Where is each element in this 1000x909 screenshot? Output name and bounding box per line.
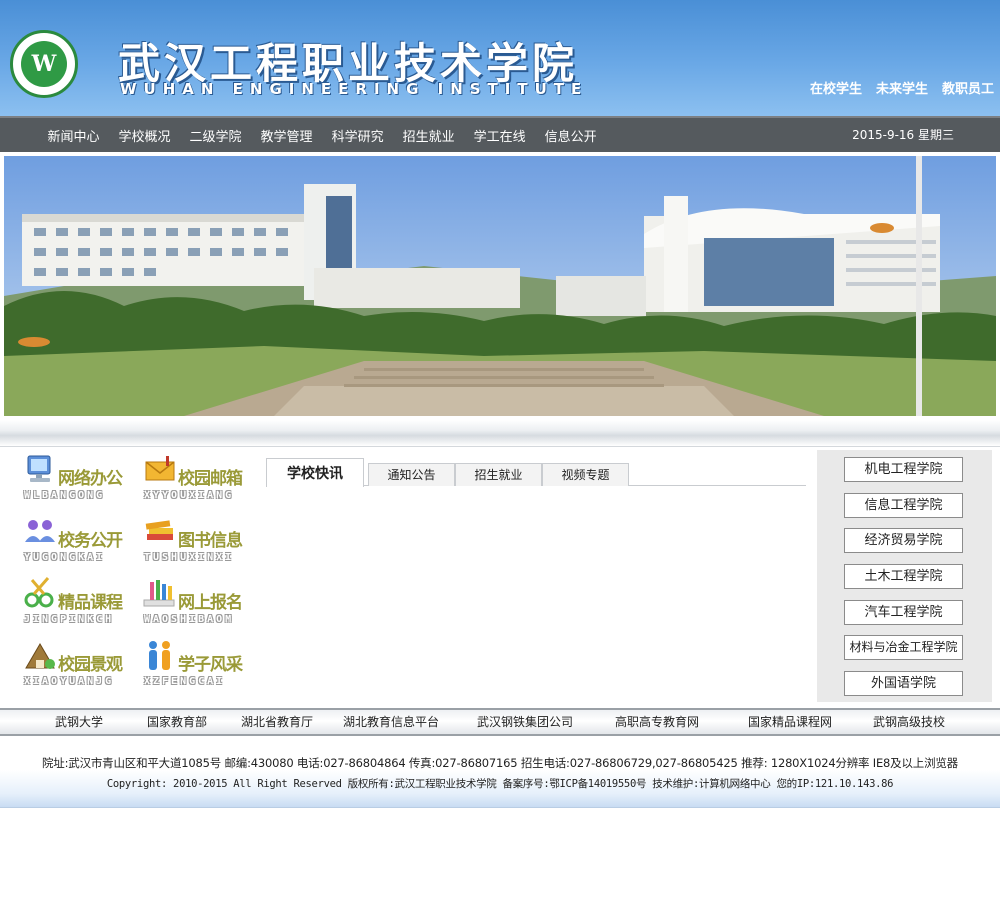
icon-label-cn: 校园邮箱	[178, 469, 243, 489]
news-tabs: 学校快讯 通知公告 招生就业 视频专题	[266, 458, 806, 487]
friend-links-bar: 武钢大学 国家教育部 湖北省教育厅 湖北教育信息平台 武汉钢铁集团公司 高职高专…	[0, 708, 1000, 736]
pencils-icon	[143, 580, 175, 607]
main-nav: 新闻中心 学校概况 二级学院 教学管理 科学研究 招生就业 学工在线 信息公开 …	[0, 116, 1000, 152]
icon-label-pinyin: XIAOYUANJG	[24, 676, 115, 687]
footer-contact: 院址:武汉市青山区和平大道1085号 邮编:430080 电话:027-8680…	[42, 756, 958, 770]
mail-icon	[145, 456, 175, 481]
tab-admissions[interactable]: 招生就业	[455, 463, 542, 486]
quick-link-scenery[interactable]: 校园景观 XIAOYUANJG	[4, 636, 124, 698]
quick-links: 在校学生 未来学生 教职员工	[810, 78, 994, 97]
scissors-icon	[24, 577, 54, 608]
icon-label-pinyin: WAOSHIBAOM	[144, 614, 235, 625]
college-economics[interactable]: 经济贸易学院	[844, 528, 963, 553]
link-staff[interactable]: 教职员工	[942, 78, 994, 97]
college-automotive[interactable]: 汽车工程学院	[844, 600, 963, 625]
icon-label-pinyin: WLBANGONG	[24, 490, 106, 501]
students-icon	[149, 641, 170, 670]
current-date: 2015-9-16 星期三	[852, 128, 954, 142]
icon-label-pinyin: YUGONGKAI	[24, 552, 106, 563]
nav-item-teaching[interactable]: 教学管理	[251, 126, 322, 145]
nav-item-research[interactable]: 科学研究	[322, 126, 393, 145]
people-icon	[25, 520, 55, 542]
campus-banner-image	[4, 156, 996, 416]
friend-link[interactable]: 国家精品课程网	[748, 710, 832, 734]
tab-videos[interactable]: 视频专题	[542, 463, 629, 486]
link-current-students[interactable]: 在校学生	[810, 78, 862, 97]
computer-icon	[27, 455, 51, 482]
college-list: 机电工程学院 信息工程学院 经济贸易学院 土木工程学院 汽车工程学院 材料与冶金…	[817, 450, 992, 702]
college-materials[interactable]: 材料与冶金工程学院	[844, 635, 963, 660]
icon-label-cn: 精品课程	[58, 593, 123, 613]
quick-access-grid: 网络办公 WLBANGONG 校园邮箱 XYYOUXIANG 校务公开 YUGO…	[4, 450, 254, 700]
friend-link[interactable]: 武钢大学	[55, 710, 103, 734]
icon-label-cn: 网上报名	[178, 593, 243, 613]
quick-link-registration[interactable]: 网上报名 WAOSHIBAOM	[124, 574, 244, 636]
friend-link[interactable]: 高职高专教育网	[615, 710, 699, 734]
icon-label-cn: 校务公开	[58, 531, 123, 551]
friend-link[interactable]: 武汉钢铁集团公司	[477, 710, 573, 734]
nav-item-overview[interactable]: 学校概况	[109, 126, 180, 145]
college-mechanical[interactable]: 机电工程学院	[844, 457, 963, 482]
nav-item-disclosure[interactable]: 信息公开	[535, 126, 606, 145]
nav-item-news[interactable]: 新闻中心	[38, 126, 109, 145]
friend-link[interactable]: 武钢高级技校	[873, 710, 945, 734]
nav-item-admissions[interactable]: 招生就业	[393, 126, 464, 145]
site-title-en: WUHAN ENGINEERING INSTITUTE	[120, 80, 589, 98]
site-header: W 武汉工程职业技术学院 WUHAN ENGINEERING INSTITUTE…	[0, 0, 1000, 116]
tab-school-news[interactable]: 学校快讯	[266, 458, 364, 487]
college-foreign-languages[interactable]: 外国语学院	[844, 671, 963, 696]
icon-label-pinyin: XZFENGCAI	[144, 676, 226, 687]
link-future-students[interactable]: 未来学生	[876, 78, 928, 97]
quick-link-office[interactable]: 网络办公 WLBANGONG	[4, 450, 124, 512]
friend-link[interactable]: 湖北省教育厅	[241, 710, 313, 734]
quick-link-courses[interactable]: 精品课程 JINGPINKCH	[4, 574, 124, 636]
landscape-icon	[25, 643, 55, 669]
quick-link-library[interactable]: 图书信息 TUSHUXINXI	[124, 512, 244, 574]
footer-copyright: Copyright: 2010-2015 All Right Reserved …	[106, 778, 894, 790]
college-information[interactable]: 信息工程学院	[844, 493, 963, 518]
quick-link-affairs[interactable]: 校务公开 YUGONGKAI	[4, 512, 124, 574]
icon-label-cn: 网络办公	[58, 469, 123, 489]
nav-item-colleges[interactable]: 二级学院	[180, 126, 251, 145]
quick-link-students[interactable]: 学子风采 XZFENGCAI	[124, 636, 244, 698]
icon-label-pinyin: TUSHUXINXI	[144, 552, 235, 563]
books-icon	[145, 520, 173, 540]
icon-label-cn: 校园景观	[58, 655, 123, 675]
logo-mark: W	[21, 41, 67, 87]
divider-line	[0, 446, 1000, 447]
icon-label-cn: 图书信息	[178, 531, 243, 551]
tab-notices[interactable]: 通知公告	[368, 463, 455, 486]
icon-label-cn: 学子风采	[178, 655, 243, 675]
icon-label-pinyin: XYYOUXIANG	[144, 490, 235, 501]
friend-link[interactable]: 国家教育部	[147, 710, 207, 734]
nav-item-student-affairs[interactable]: 学工在线	[464, 126, 535, 145]
college-civil[interactable]: 土木工程学院	[844, 564, 963, 589]
school-logo[interactable]: W	[10, 30, 78, 98]
icon-label-pinyin: JINGPINKCH	[24, 614, 115, 625]
friend-link[interactable]: 湖北教育信息平台	[343, 710, 439, 734]
section-divider	[0, 420, 1000, 446]
site-footer: 院址:武汉市青山区和平大道1085号 邮编:430080 电话:027-8680…	[0, 740, 1000, 808]
quick-link-mail[interactable]: 校园邮箱 XYYOUXIANG	[124, 450, 244, 512]
